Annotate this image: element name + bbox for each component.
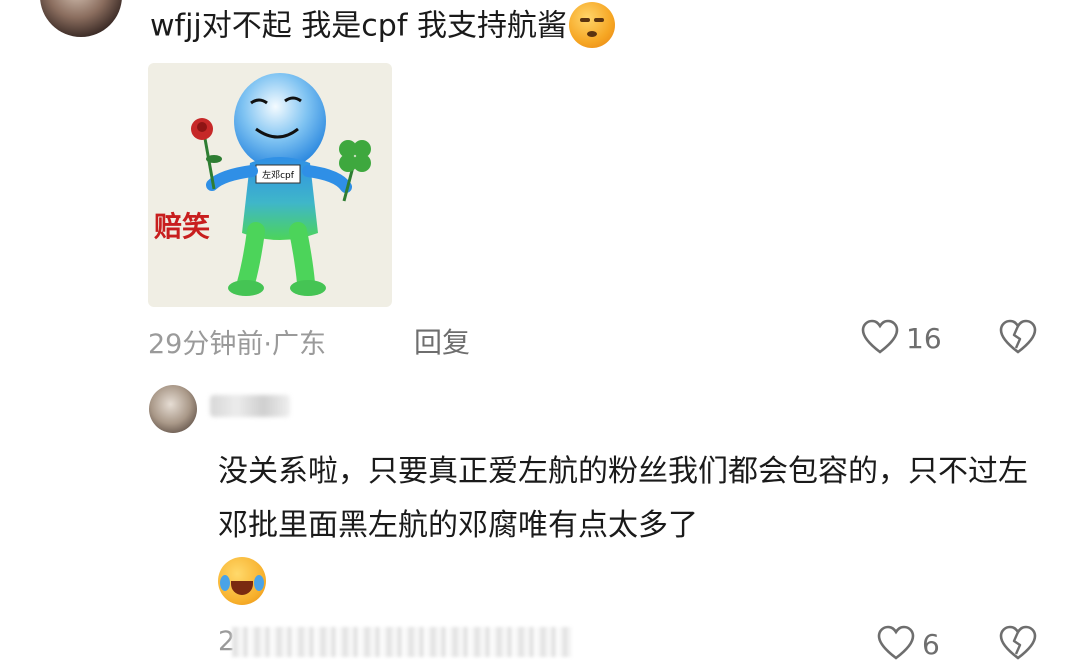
comment-meta: 29分钟前·广东 [148, 322, 326, 361]
broken-heart-icon [999, 625, 1037, 660]
sticker-caption: 赔笑 [154, 210, 211, 243]
avatar[interactable] [40, 0, 122, 37]
comment-location: 广东 [271, 329, 326, 360]
heart-icon [877, 625, 915, 660]
sticker-figure: 左邓cpf [191, 73, 371, 296]
sticker-image[interactable]: 左邓cpf 赔笑 [148, 63, 392, 307]
reply-username-blurred[interactable] [210, 395, 290, 417]
like-button[interactable] [860, 318, 900, 358]
sticker-badge: 左邓cpf [262, 169, 295, 181]
reply-dislike-button[interactable] [998, 624, 1038, 664]
reply-like-count: 6 [922, 628, 940, 661]
reply-like-button[interactable] [876, 624, 916, 664]
broken-heart-icon [999, 319, 1037, 354]
heart-icon [861, 319, 899, 354]
reply-avatar[interactable] [149, 385, 197, 433]
unamused-face-icon [568, 2, 615, 48]
meta-separator: · [263, 329, 272, 360]
reply-body: 没关系啦，只要真正爱左航的粉丝我们都会包容的，只不过左邓批里面黑左航的邓腐唯有点… [218, 454, 1028, 543]
comment-time: 29分钟前 [148, 329, 264, 360]
reply-button[interactable]: 回复 [414, 321, 470, 361]
dislike-button[interactable] [998, 318, 1038, 358]
crying-laughing-icon [218, 557, 266, 605]
comment-body: wfjj对不起 我是cpf 我支持航酱 [150, 8, 567, 44]
comment-text: wfjj对不起 我是cpf 我支持航酱 [150, 2, 615, 50]
reply-meta-blurred [232, 627, 572, 657]
like-count: 16 [906, 322, 942, 355]
reply-text: 没关系啦，只要真正爱左航的粉丝我们都会包容的，只不过左邓批里面黑左航的邓腐唯有点… [218, 445, 1038, 623]
